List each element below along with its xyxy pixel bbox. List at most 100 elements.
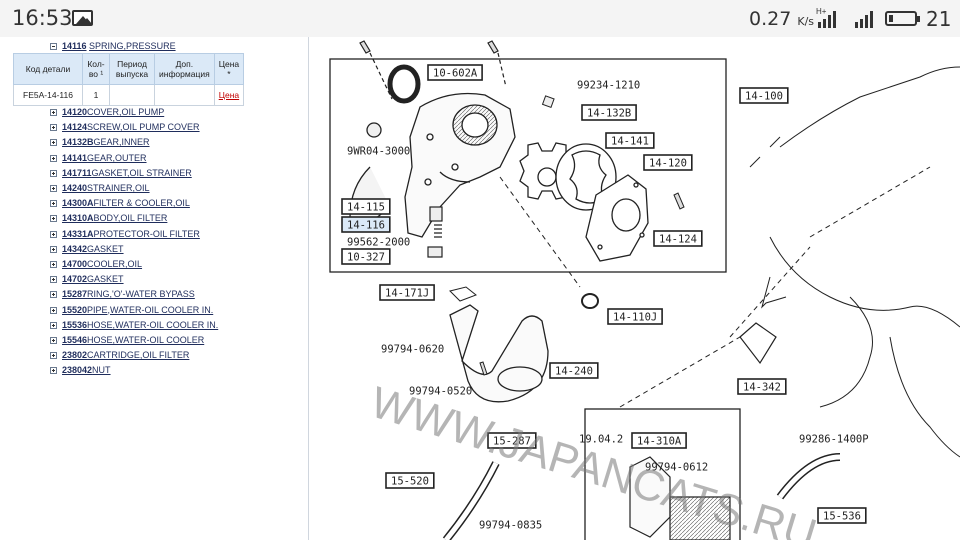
exploded-view-svg[interactable]: 10-602A 99234-1210 14-132B 14-100 9WR04-3000…	[310, 37, 960, 540]
part-name[interactable]: FILTER & COOLER,OIL	[94, 196, 190, 211]
expand-icon[interactable]	[50, 185, 57, 193]
part-name[interactable]: GASKET	[87, 272, 124, 287]
tree-item-14132B[interactable]: 14132B GEAR,INNER	[50, 135, 218, 150]
expand-icon[interactable]	[50, 260, 57, 268]
tree-item-14310A[interactable]: 14310A BODY,OIL FILTER	[50, 211, 218, 226]
part-name[interactable]: PIPE,WATER-OIL COOLER IN.	[87, 303, 213, 318]
part-name[interactable]: SCREW,OIL PUMP COVER	[87, 120, 200, 135]
tree-item-14240[interactable]: 14240 STRAINER,OIL	[50, 181, 218, 196]
collapse-icon[interactable]	[50, 43, 57, 51]
part-label[interactable]: 14-171J	[379, 284, 435, 301]
tree-item-15536[interactable]: 15536 HOSE,WATER-OIL COOLER IN.	[50, 318, 218, 333]
expand-icon[interactable]	[50, 139, 57, 147]
part-label[interactable]: 99794-0620	[381, 344, 444, 356]
part-name[interactable]: PROTECTOR-OIL FILTER	[94, 227, 200, 242]
part-code[interactable]: 15536	[62, 318, 87, 333]
part-label[interactable]: 15-536	[817, 507, 867, 524]
expand-icon[interactable]	[50, 230, 57, 238]
part-name[interactable]: BODY,OIL FILTER	[94, 211, 168, 226]
part-code[interactable]: 15520	[62, 303, 87, 318]
tree-item-14124[interactable]: 14124 SCREW,OIL PUMP COVER	[50, 120, 218, 135]
part-label[interactable]: 99562-2000	[347, 237, 410, 249]
expand-icon[interactable]	[50, 215, 57, 223]
expand-icon[interactable]	[50, 352, 57, 360]
part-label[interactable]: 14-342	[737, 378, 787, 395]
part-label[interactable]: 14-110J	[607, 308, 663, 325]
part-label[interactable]: 15-520	[385, 472, 435, 489]
part-name[interactable]: HOSE,WATER-OIL COOLER	[87, 333, 204, 348]
part-code[interactable]: 14331A	[62, 227, 94, 242]
part-code[interactable]: 14310A	[62, 211, 94, 226]
part-label[interactable]: 99794-0835	[479, 520, 542, 532]
part-code[interactable]: 14300A	[62, 196, 94, 211]
part-code[interactable]: 238042	[62, 363, 92, 378]
part-name[interactable]: CARTRIDGE,OIL FILTER	[87, 348, 189, 363]
tree-item-expanded[interactable]: 14116 SPRING,PRESSURE	[50, 39, 176, 54]
part-label[interactable]: 10-327	[341, 248, 391, 265]
expand-icon[interactable]	[50, 169, 57, 177]
part-name[interactable]: COOLER,OIL	[87, 257, 142, 272]
part-name[interactable]: GEAR,INNER	[94, 135, 150, 150]
part-name[interactable]: HOSE,WATER-OIL COOLER IN.	[87, 318, 218, 333]
expand-icon[interactable]	[50, 276, 57, 284]
part-label[interactable]: 99286-1400P	[799, 434, 869, 446]
part-name[interactable]: GASKET,OIL STRAINER	[92, 166, 192, 181]
part-name[interactable]: GASKET	[87, 242, 124, 257]
price-link[interactable]: Цена	[213, 84, 245, 106]
part-name[interactable]: RING,'O'-WATER BYPASS	[87, 287, 195, 302]
tree-item-14141[interactable]: 14141 GEAR,OUTER	[50, 151, 218, 166]
part-code[interactable]: 23802	[62, 348, 87, 363]
tree-item-15546[interactable]: 15546 HOSE,WATER-OIL COOLER	[50, 333, 218, 348]
part-code[interactable]: 15546	[62, 333, 87, 348]
expand-icon[interactable]	[50, 124, 57, 132]
part-label[interactable]: 10-602A	[427, 64, 483, 81]
expand-icon[interactable]	[50, 291, 57, 299]
parts-diagram[interactable]: 10-602A 99234-1210 14-132B 14-100 9WR04-3000…	[310, 37, 960, 540]
part-code[interactable]: 14116	[62, 39, 87, 54]
part-name[interactable]: SPRING,PRESSURE	[89, 39, 176, 54]
part-label[interactable]: 14-116	[341, 216, 391, 233]
part-code[interactable]: 14342	[62, 242, 87, 257]
part-code[interactable]: 14120	[62, 105, 87, 120]
part-label[interactable]: 14-132B	[581, 104, 637, 121]
expand-icon[interactable]	[50, 336, 57, 344]
part-name[interactable]: COVER,OIL PUMP	[87, 105, 164, 120]
tree-item-14342[interactable]: 14342 GASKET	[50, 242, 218, 257]
part-label[interactable]: 14-124	[653, 230, 703, 247]
part-label[interactable]: 14-141	[605, 132, 655, 149]
part-label[interactable]: 99234-1210	[577, 80, 640, 92]
part-name[interactable]: NUT	[92, 363, 111, 378]
part-code[interactable]: 14702	[62, 272, 87, 287]
tree-item-15287[interactable]: 15287 RING,'O'-WATER BYPASS	[50, 287, 218, 302]
part-label[interactable]: 14-120	[643, 154, 693, 171]
tree-item-14120[interactable]: 14120 COVER,OIL PUMP	[50, 105, 218, 120]
tree-item-238042[interactable]: 238042 NUT	[50, 363, 218, 378]
expand-icon[interactable]	[50, 321, 57, 329]
part-label[interactable]: 14-100	[739, 87, 789, 104]
tree-item-23802[interactable]: 23802 CARTRIDGE,OIL FILTER	[50, 348, 218, 363]
tree-item-14300A[interactable]: 14300A FILTER & COOLER,OIL	[50, 196, 218, 211]
part-code[interactable]: 14132B	[62, 135, 94, 150]
expand-icon[interactable]	[50, 306, 57, 314]
part-code[interactable]: 14240	[62, 181, 87, 196]
part-code[interactable]: 14700	[62, 257, 87, 272]
part-name[interactable]: GEAR,OUTER	[87, 151, 147, 166]
tree-item-15520[interactable]: 15520 PIPE,WATER-OIL COOLER IN.	[50, 302, 218, 317]
part-label[interactable]: 14-115	[341, 198, 391, 215]
part-code[interactable]: 141711	[62, 166, 92, 181]
part-code[interactable]: 14124	[62, 120, 87, 135]
tree-item-14702[interactable]: 14702 GASKET	[50, 272, 218, 287]
part-label[interactable]: 9WR04-3000	[347, 146, 410, 158]
part-code[interactable]: 14141	[62, 151, 87, 166]
tree-item-14331A[interactable]: 14331A PROTECTOR-OIL FILTER	[50, 227, 218, 242]
part-name[interactable]: STRAINER,OIL	[87, 181, 150, 196]
tree-item-141711[interactable]: 141711 GASKET,OIL STRAINER	[50, 166, 218, 181]
expand-icon[interactable]	[50, 109, 57, 117]
expand-icon[interactable]	[50, 367, 57, 375]
tree-item-14700[interactable]: 14700 COOLER,OIL	[50, 257, 218, 272]
part-label[interactable]: 14-240	[549, 362, 599, 379]
part-code[interactable]: 15287	[62, 287, 87, 302]
expand-icon[interactable]	[50, 154, 57, 162]
part-label[interactable]: 14-310A	[631, 432, 687, 449]
expand-icon[interactable]	[50, 200, 57, 208]
